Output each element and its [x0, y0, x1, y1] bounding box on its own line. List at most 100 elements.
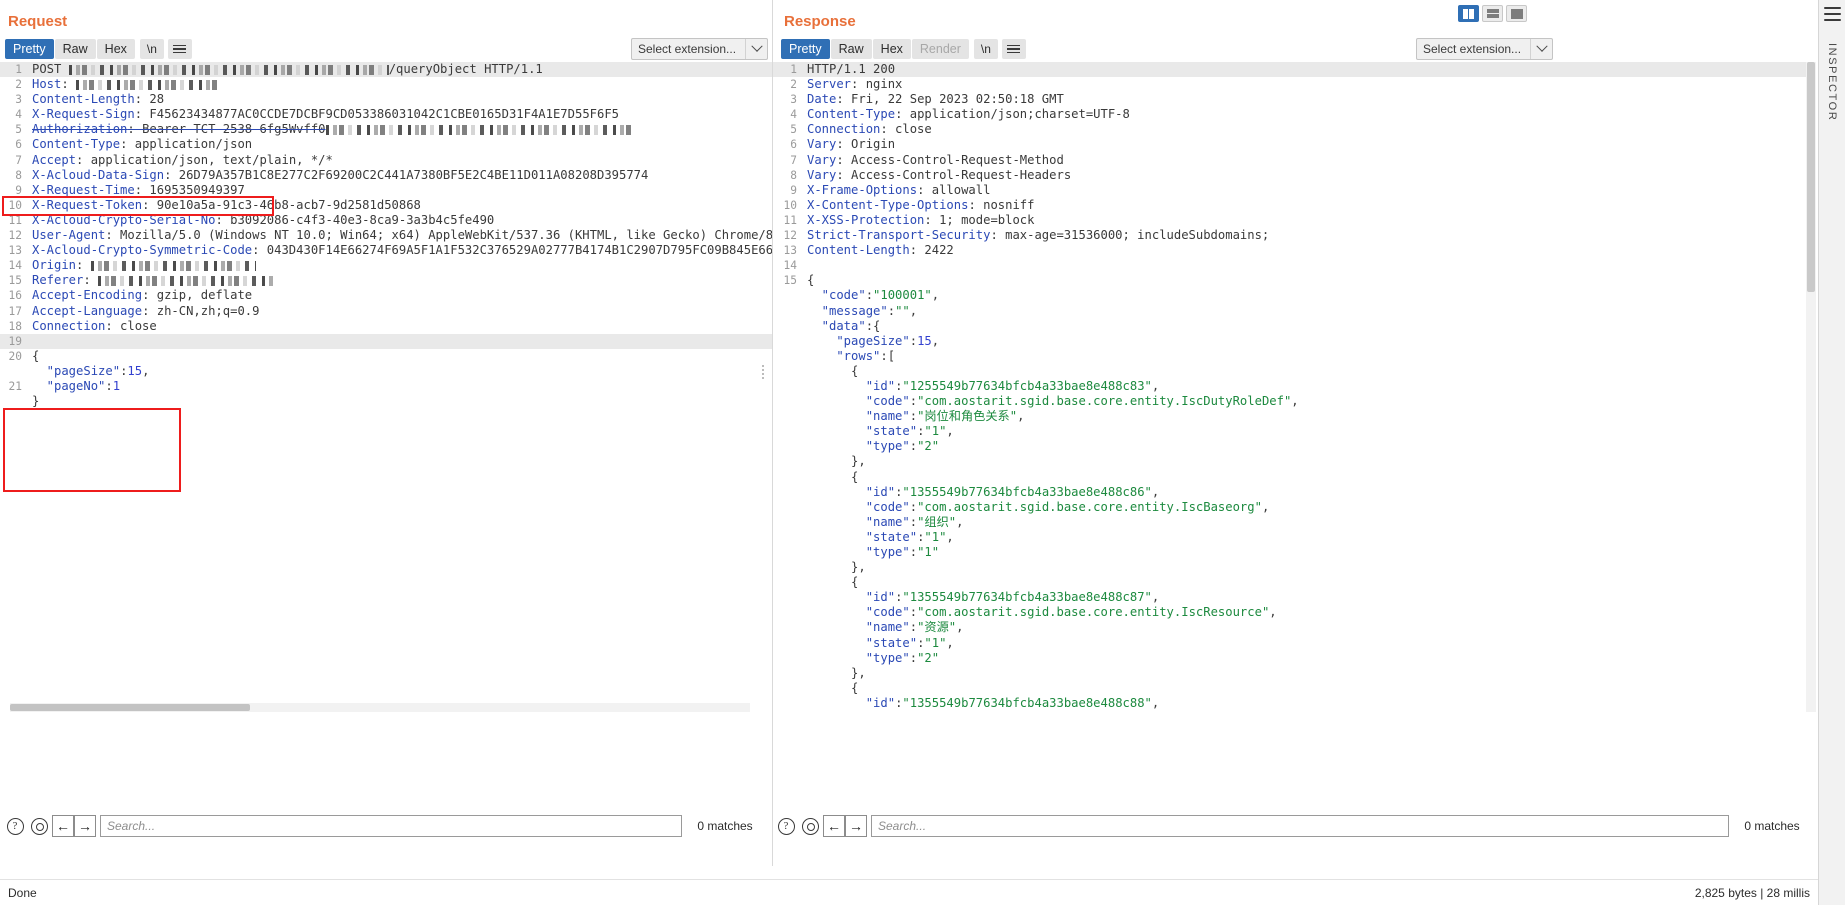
code-line[interactable]: 4 Content-Type: application/json;charset=…	[773, 107, 1813, 122]
code-line[interactable]: 15 Referer:	[0, 273, 772, 288]
code-line[interactable]: 13 X-Acloud-Crypto-Symmetric-Code: 043D43…	[0, 243, 772, 258]
response-extension-select[interactable]: Select extension...	[1416, 38, 1553, 60]
code-line[interactable]: 12 Strict-Transport-Security: max-age=315…	[773, 228, 1813, 243]
code-line[interactable]: 3 Date: Fri, 22 Sep 2023 02:50:18 GMT	[773, 92, 1813, 107]
response-code[interactable]: 1 HTTP/1.1 200 2 Server: nginx 3 Date: Fri, 2…	[773, 62, 1813, 711]
response-vscroll-thumb[interactable]	[1807, 62, 1815, 292]
code-line[interactable]: 11 X-XSS-Protection: 1; mode=block	[773, 213, 1813, 228]
request-tabstrip[interactable]: Pretty Raw Hex \n	[5, 39, 192, 59]
code-line[interactable]: "pageSize":15,	[0, 364, 772, 379]
code-line[interactable]: 5 Authorization: Bearer TCT-2538-6fg5Wvff…	[0, 122, 772, 137]
code-line[interactable]: 9 X-Request-Time: 1695350949397	[0, 183, 772, 198]
request-tab-pretty[interactable]: Pretty	[5, 39, 54, 59]
request-hscroll-thumb[interactable]	[10, 704, 250, 711]
code-line[interactable]: 17 Accept-Language: zh-CN,zh;q=0.9	[0, 304, 772, 319]
code-line[interactable]: 13 Content-Length: 2422	[773, 243, 1813, 258]
code-line[interactable]: "data":{	[773, 319, 1813, 334]
request-findbar[interactable]: ? ← → Search... 0 matches	[4, 813, 768, 839]
response-findbar[interactable]: ? ← → Search... 0 matches	[775, 813, 1815, 839]
code-line[interactable]: 7 Vary: Access-Control-Request-Method	[773, 153, 1813, 168]
code-line[interactable]: 14	[773, 258, 1813, 273]
code-line[interactable]: 2 Server: nginx	[773, 77, 1813, 92]
code-line[interactable]: "id":"1355549b77634bfcb4a33bae8e488c88",	[773, 696, 1813, 711]
code-line[interactable]: "type":"1"	[773, 545, 1813, 560]
code-line[interactable]: "state":"1",	[773, 530, 1813, 545]
code-line[interactable]: 1 HTTP/1.1 200	[773, 62, 1813, 78]
code-line[interactable]: 21 "pageNo":1	[0, 379, 772, 394]
code-line[interactable]: "code":"com.aostarit.sgid.base.core.enti…	[773, 394, 1813, 409]
response-editor[interactable]: 1 HTTP/1.1 200 2 Server: nginx 3 Date: Fri, 2…	[773, 62, 1813, 712]
inspector-menu-icon[interactable]	[1823, 7, 1841, 21]
request-search-input[interactable]: Search...	[100, 815, 682, 837]
code-line[interactable]: 20 {	[0, 349, 772, 364]
code-line[interactable]: 11 X-Acloud-Crypto-Serial-No: b3092086-c4…	[0, 213, 772, 228]
inspector-rail[interactable]: INSPECTOR	[1818, 0, 1845, 905]
request-extension-select[interactable]: Select extension...	[631, 38, 768, 60]
request-horizontal-scrollbar[interactable]	[10, 703, 750, 712]
code-line[interactable]: 8 X-Acloud-Data-Sign: 26D79A357B1C8E277C2…	[0, 168, 772, 183]
request-tab-raw[interactable]: Raw	[54, 39, 96, 59]
code-line[interactable]: "state":"1",	[773, 424, 1813, 439]
code-line[interactable]: 6 Vary: Origin	[773, 137, 1813, 152]
response-tab-hex[interactable]: Hex	[872, 39, 911, 59]
code-line[interactable]: "name":"组织",	[773, 515, 1813, 530]
request-find-prev-button[interactable]: ←	[52, 815, 74, 837]
code-line[interactable]: },	[773, 454, 1813, 469]
code-line[interactable]: "id":"1255549b77634bfcb4a33bae8e488c83",	[773, 379, 1813, 394]
request-editor[interactable]: 1 POST /queryObject HTTP/1.1 2 Host: 3 Conte…	[0, 62, 772, 712]
code-line[interactable]: 2 Host:	[0, 77, 772, 92]
code-line[interactable]: 16 Accept-Encoding: gzip, deflate	[0, 288, 772, 303]
code-line[interactable]: "rows":[	[773, 349, 1813, 364]
chevron-down-icon[interactable]	[745, 39, 767, 59]
code-line[interactable]: "message":"",	[773, 304, 1813, 319]
request-tab-hex[interactable]: Hex	[96, 39, 135, 59]
code-line[interactable]: {	[773, 364, 1813, 379]
request-newline-button[interactable]: \n	[139, 39, 164, 59]
code-line[interactable]: {	[773, 470, 1813, 485]
code-line[interactable]: 10 X-Request-Token: 90e10a5a-91c3-46b8-ac…	[0, 198, 772, 213]
code-line[interactable]: "id":"1355549b77634bfcb4a33bae8e488c87",	[773, 590, 1813, 605]
code-line[interactable]: 14 Origin:	[0, 258, 772, 273]
code-line[interactable]: 9 X-Frame-Options: allowall	[773, 183, 1813, 198]
pane-drag-handle[interactable]	[762, 365, 764, 379]
code-line[interactable]: 12 User-Agent: Mozilla/5.0 (Windows NT 10…	[0, 228, 772, 243]
code-line[interactable]: {	[773, 575, 1813, 590]
code-line[interactable]: "type":"2"	[773, 439, 1813, 454]
response-vertical-scrollbar[interactable]	[1806, 62, 1816, 712]
response-gear-icon[interactable]	[799, 815, 821, 837]
response-tab-pretty[interactable]: Pretty	[781, 39, 830, 59]
code-line[interactable]: "code":"100001",	[773, 288, 1813, 303]
code-line[interactable]: 8 Vary: Access-Control-Request-Headers	[773, 168, 1813, 183]
code-line[interactable]: 6 Content-Type: application/json	[0, 137, 772, 152]
code-line[interactable]: 18 Connection: close	[0, 319, 772, 334]
code-line[interactable]: 10 X-Content-Type-Options: nosniff	[773, 198, 1813, 213]
code-line[interactable]: 15 {	[773, 273, 1813, 288]
code-line[interactable]: "id":"1355549b77634bfcb4a33bae8e488c86",	[773, 485, 1813, 500]
response-newline-button[interactable]: \n	[973, 39, 998, 59]
code-line[interactable]: "code":"com.aostarit.sgid.base.core.enti…	[773, 605, 1813, 620]
response-find-next-button[interactable]: →	[845, 815, 867, 837]
response-find-prev-button[interactable]: ←	[823, 815, 845, 837]
code-line[interactable]: 3 Content-Length: 28	[0, 92, 772, 107]
response-help-icon[interactable]: ?	[775, 815, 797, 837]
code-line[interactable]: }	[0, 394, 772, 409]
code-line[interactable]: 4 X-Request-Sign: F45623434877AC0CCDE7DCB…	[0, 107, 772, 122]
code-line[interactable]: {	[773, 681, 1813, 696]
request-menu-button[interactable]	[167, 39, 192, 59]
code-line[interactable]: 1 POST /queryObject HTTP/1.1	[0, 62, 772, 78]
request-help-icon[interactable]: ?	[4, 815, 26, 837]
code-line[interactable]: "pageSize":15,	[773, 334, 1813, 349]
chevron-down-icon[interactable]	[1530, 39, 1552, 59]
code-line[interactable]: "name":"岗位和角色关系",	[773, 409, 1813, 424]
response-menu-button[interactable]	[1001, 39, 1026, 59]
code-line[interactable]: 7 Accept: application/json, text/plain, *…	[0, 153, 772, 168]
code-line[interactable]: },	[773, 666, 1813, 681]
code-line[interactable]: },	[773, 560, 1813, 575]
response-tab-raw[interactable]: Raw	[830, 39, 872, 59]
request-find-next-button[interactable]: →	[74, 815, 96, 837]
code-line[interactable]: "state":"1",	[773, 636, 1813, 651]
code-line[interactable]: "type":"2"	[773, 651, 1813, 666]
code-line[interactable]: 5 Connection: close	[773, 122, 1813, 137]
code-line[interactable]: "name":"资源",	[773, 620, 1813, 635]
request-gear-icon[interactable]	[28, 815, 50, 837]
